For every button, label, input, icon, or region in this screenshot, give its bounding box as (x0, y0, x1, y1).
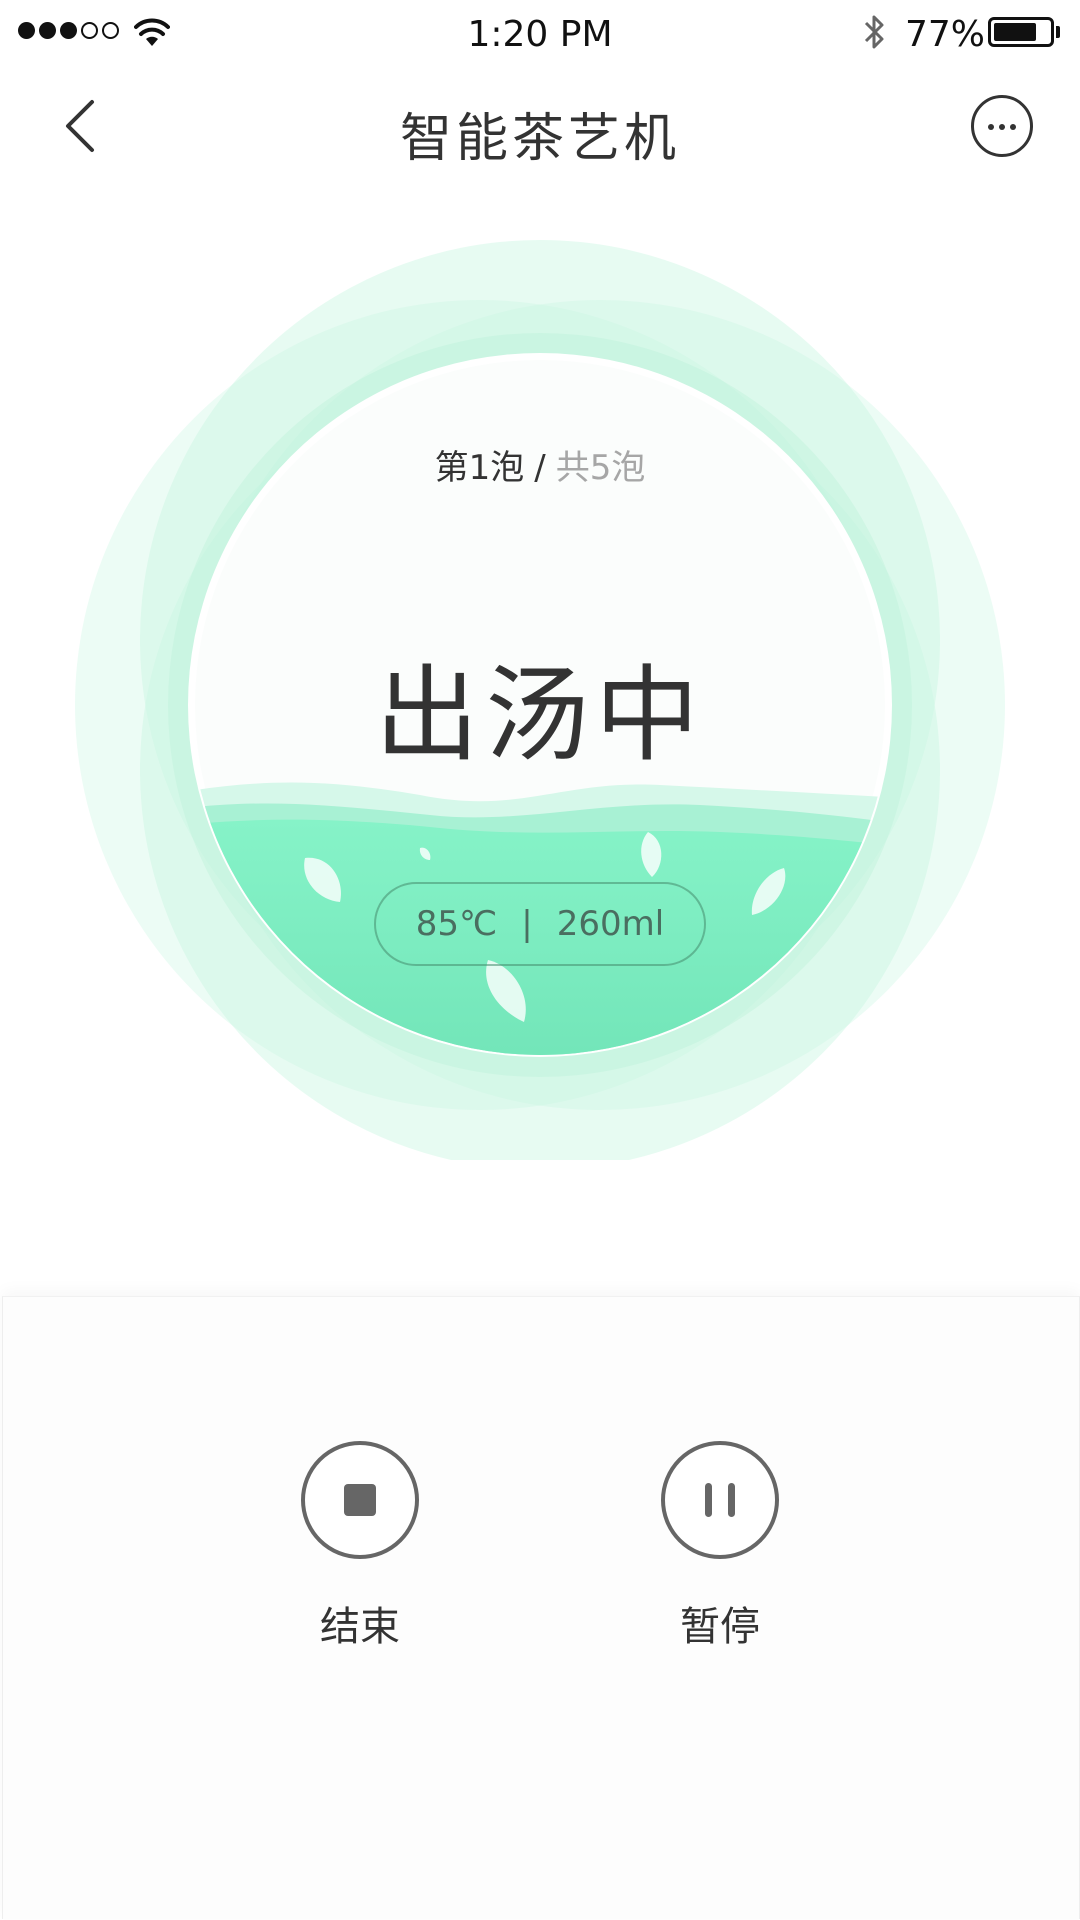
temperature-value: 85℃ (415, 904, 498, 944)
brew-count: 第1泡 / 共5泡 (0, 440, 1080, 489)
brew-current: 第1泡 (434, 448, 525, 488)
control-panel (2, 1296, 1080, 1919)
stop-label: 结束 (320, 1604, 400, 1650)
spec-divider: | (521, 904, 533, 944)
brew-spec-pill: 85℃ | 260ml (374, 882, 706, 966)
pause-button[interactable] (661, 1441, 779, 1559)
stop-icon (344, 1484, 376, 1516)
tea-brewing-graphic (75, 240, 1005, 1160)
volume-value: 260ml (556, 904, 665, 944)
brew-status: 出汤中 (374, 654, 705, 776)
pause-label: 暂停 (680, 1604, 760, 1650)
brew-separator: / (534, 448, 546, 488)
brew-total: 共5泡 (555, 448, 646, 488)
stop-button[interactable] (301, 1441, 419, 1559)
